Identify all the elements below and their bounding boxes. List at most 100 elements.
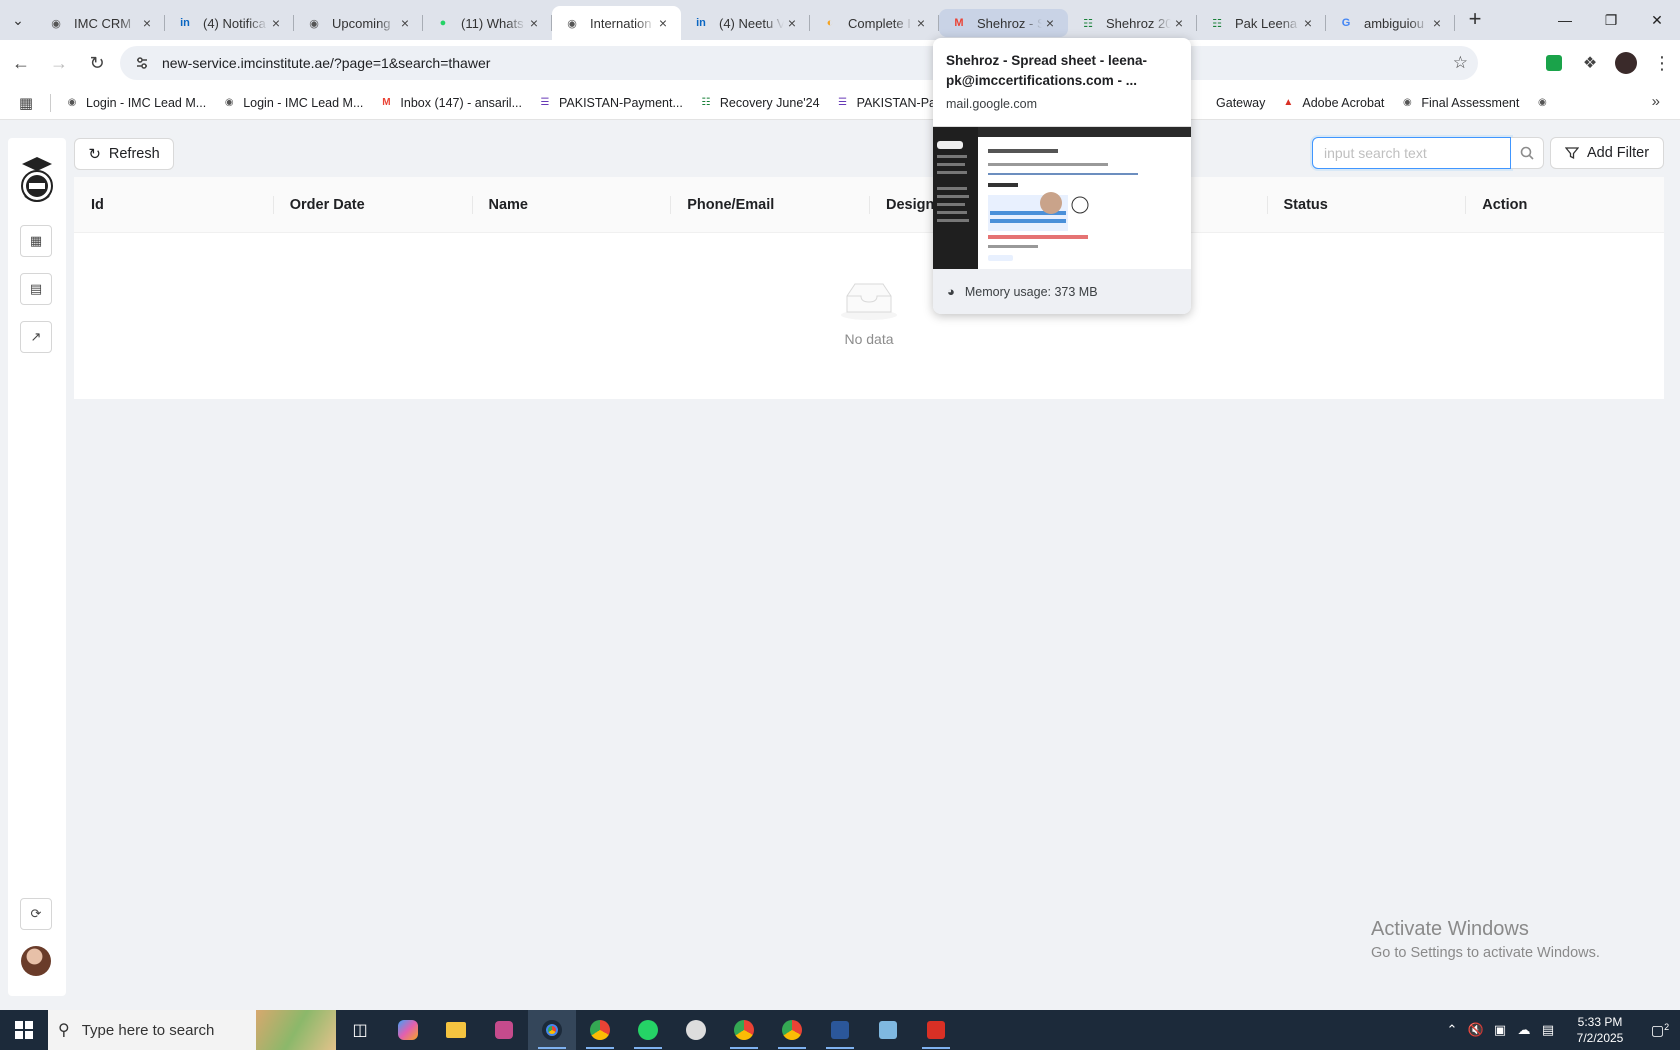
sidebar: ▦ ▤ ↗ ⟳ [8, 138, 66, 996]
bookmark-item[interactable]: ☷ Recovery June'24 [691, 89, 828, 117]
url-text[interactable]: new-service.imcinstitute.ae/?page=1&sear… [162, 55, 490, 71]
chrome-taskbar-icon-4[interactable] [768, 1010, 816, 1050]
line-chart-icon: ↗ [30, 329, 42, 344]
sidebar-item-orders[interactable]: ▤ [20, 273, 52, 305]
close-window-icon[interactable]: ✕ [1634, 0, 1680, 40]
address-bar[interactable]: new-service.imcinstitute.ae/?page=1&sear… [120, 46, 1478, 80]
bookmark-item[interactable]: ◉ Final Assessment [1392, 89, 1527, 117]
tab-close-icon[interactable]: × [1300, 15, 1316, 31]
bookmark-item[interactable]: ◉ Login - IMC Lead M... [57, 89, 214, 117]
tab-favicon-icon: in [696, 17, 706, 29]
search-button[interactable] [1511, 137, 1544, 169]
bookmark-imc-icon-only[interactable]: ◉ [1527, 89, 1564, 117]
tab-3[interactable]: ◉ Upcoming × [294, 6, 423, 40]
bookmark-item[interactable]: ☰ PAKISTAN-Payment... [530, 89, 691, 117]
chrome-taskbar-icon-1[interactable] [528, 1010, 576, 1050]
bookmark-item[interactable]: ◉ Login - IMC Lead M... [214, 89, 371, 117]
chrome-menu-icon[interactable]: ⋮ [1644, 46, 1680, 80]
clock-app-icon[interactable] [672, 1010, 720, 1050]
tab-7[interactable]: ◐ Complete I × [810, 6, 939, 40]
bookmark-item[interactable]: ▲ Adobe Acrobat [1273, 89, 1392, 117]
hover-card-thumbnail [933, 126, 1191, 270]
tab-close-icon[interactable]: × [1042, 15, 1058, 31]
new-tab-button[interactable]: + [1459, 3, 1491, 35]
tab-favicon-icon: ◉ [567, 17, 577, 30]
tab-title: ambiguiou [1364, 15, 1424, 31]
filter-icon [1564, 147, 1579, 160]
chrome-taskbar-icon-2[interactable] [576, 1010, 624, 1050]
taskbar-search-box[interactable]: ⚲ Type here to search [48, 1010, 336, 1050]
reload-icon[interactable]: ↻ [80, 46, 114, 80]
search-icon: ⚲ [58, 1022, 70, 1039]
snipping-tool-icon[interactable] [480, 1010, 528, 1050]
tab-close-icon[interactable]: × [526, 15, 542, 31]
bookmark-label: Adobe Acrobat [1302, 95, 1385, 110]
forward-arrow-icon[interactable]: → [42, 46, 76, 80]
tab-close-icon[interactable]: × [397, 15, 413, 31]
tab-list: ◉ IMC CRM × in (4) Notifica × ◉ Upcoming × ● (11) … [36, 0, 1455, 40]
sidebar-item-dashboard[interactable]: ▦ [20, 225, 52, 257]
tab-favicon-icon: ☷ [1083, 17, 1093, 30]
tab-11[interactable]: Gambiguiou × [1326, 6, 1455, 40]
refresh-button[interactable]: ↻ Refresh [74, 138, 174, 170]
minimize-icon[interactable]: — [1542, 0, 1588, 40]
onedrive-icon[interactable]: ☁ [1512, 1022, 1536, 1038]
extensions-puzzle-icon[interactable]: ❖ [1572, 46, 1608, 80]
apps-grid-icon[interactable]: ▦ [8, 94, 44, 112]
whatsapp-extension-icon[interactable] [1536, 46, 1572, 80]
tab-2[interactable]: in (4) Notifica × [165, 6, 294, 40]
chrome-taskbar-icon-3[interactable] [720, 1010, 768, 1050]
site-info-icon[interactable] [132, 53, 152, 73]
notepad-taskbar-icon[interactable] [864, 1010, 912, 1050]
bookmark-label: Gateway [1216, 95, 1266, 110]
tab-favicon-icon: in [180, 17, 190, 29]
windows-taskbar: ⚲ Type here to search ◫ ⌃ 🔇 ▣ ☁ ▤ 5:33 P… [0, 1010, 1680, 1050]
taskbar-clock[interactable]: 5:33 PM 7/2/2025 [1560, 1014, 1640, 1046]
tab-8[interactable]: M Shehroz - S × [939, 9, 1068, 37]
tab-close-icon[interactable]: × [1171, 15, 1187, 31]
search-input[interactable] [1312, 137, 1511, 169]
bookmarks-overflow-icon[interactable]: » [1652, 93, 1660, 110]
volume-muted-icon[interactable]: 🔇 [1464, 1022, 1488, 1038]
show-hidden-icons-chevron-icon[interactable]: ⌃ [1440, 1022, 1464, 1038]
whatsapp-taskbar-icon[interactable] [624, 1010, 672, 1050]
tab-close-icon[interactable]: × [913, 15, 929, 31]
bookmark-favicon-icon: ◉ [224, 97, 234, 108]
tab-close-icon[interactable]: × [655, 15, 671, 31]
tab-10[interactable]: ☷ Pak Leena × [1197, 6, 1326, 40]
bookmark-item[interactable]: M Inbox (147) - ansaril... [371, 89, 530, 117]
tab-5[interactable]: ◉ Internation × [552, 6, 681, 40]
tab-title: (11) Whats [461, 15, 524, 31]
sidebar-item-reports[interactable]: ↗ [20, 321, 52, 353]
activate-windows-watermark: Activate Windows Go to Settings to activ… [1371, 918, 1600, 961]
file-explorer-icon[interactable] [432, 1010, 480, 1050]
copilot-icon[interactable] [384, 1010, 432, 1050]
tab-close-icon[interactable]: × [1429, 15, 1445, 31]
notification-center-icon[interactable]: ▢ 2 [1640, 1022, 1680, 1039]
bookmark-item[interactable]: Gateway [1208, 89, 1273, 117]
tab-close-icon[interactable]: × [139, 15, 155, 31]
tab-close-icon[interactable]: × [268, 15, 284, 31]
tab-9[interactable]: ☷ Shehroz 20 × [1068, 6, 1197, 40]
tab-1[interactable]: ◉ IMC CRM × [36, 6, 165, 40]
profile-avatar-icon[interactable] [1608, 46, 1644, 80]
user-avatar[interactable] [21, 946, 51, 976]
back-arrow-icon[interactable]: ← [4, 46, 38, 80]
column-header: Action [1465, 177, 1664, 232]
tab-4[interactable]: ● (11) Whats × [423, 6, 552, 40]
restore-icon[interactable]: ❐ [1588, 0, 1634, 40]
sidebar-item-logout[interactable]: ⟳ [20, 898, 52, 930]
tab-close-icon[interactable]: × [784, 15, 800, 31]
empty-state: No data [74, 233, 1664, 399]
word-taskbar-icon[interactable] [816, 1010, 864, 1050]
acrobat-taskbar-icon[interactable] [912, 1010, 960, 1050]
bookmark-label: Login - IMC Lead M... [86, 95, 207, 110]
meet-now-icon[interactable]: ▣ [1488, 1022, 1512, 1038]
tab-6[interactable]: in (4) Neetu V × [681, 6, 810, 40]
task-view-icon[interactable]: ◫ [336, 1010, 384, 1050]
network-icon[interactable]: ▤ [1536, 1022, 1560, 1038]
tab-search-chevron-icon[interactable]: ⌄ [0, 0, 36, 40]
start-button[interactable] [0, 1010, 48, 1050]
bookmark-star-icon[interactable]: ☆ [1453, 53, 1468, 73]
add-filter-button[interactable]: Add Filter [1550, 137, 1664, 169]
